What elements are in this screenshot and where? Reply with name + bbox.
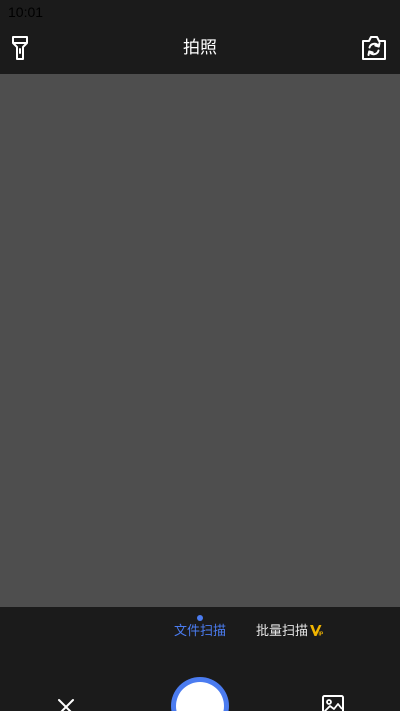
camera-switch-button[interactable] xyxy=(358,32,390,64)
page-title: 拍照 xyxy=(183,38,217,58)
bottom-panel: 文件扫描 批量扫描 IP xyxy=(0,607,400,711)
close-icon xyxy=(58,699,74,711)
top-toolbar: 拍照 xyxy=(0,22,400,74)
tab-batch-scan[interactable]: 批量扫描 IP xyxy=(256,623,325,641)
camera-viewfinder[interactable] xyxy=(0,74,400,607)
close-button[interactable] xyxy=(52,693,80,711)
camera-switch-icon xyxy=(362,36,386,60)
tab-document-scan[interactable]: 文件扫描 xyxy=(174,623,226,641)
active-mode-indicator xyxy=(197,615,203,621)
gallery-button[interactable] xyxy=(320,693,346,711)
vip-badge-icon: IP xyxy=(310,625,324,638)
status-bar: 10:01 xyxy=(0,0,400,22)
shutter-inner xyxy=(176,682,224,711)
shutter-button[interactable] xyxy=(171,677,229,711)
status-time: 10:01 xyxy=(8,4,44,20)
tab-batch-scan-label: 批量扫描 xyxy=(256,624,309,639)
tab-document-scan-label: 文件扫描 xyxy=(174,624,227,639)
gallery-icon xyxy=(322,695,344,711)
svg-text:IP: IP xyxy=(319,632,324,638)
